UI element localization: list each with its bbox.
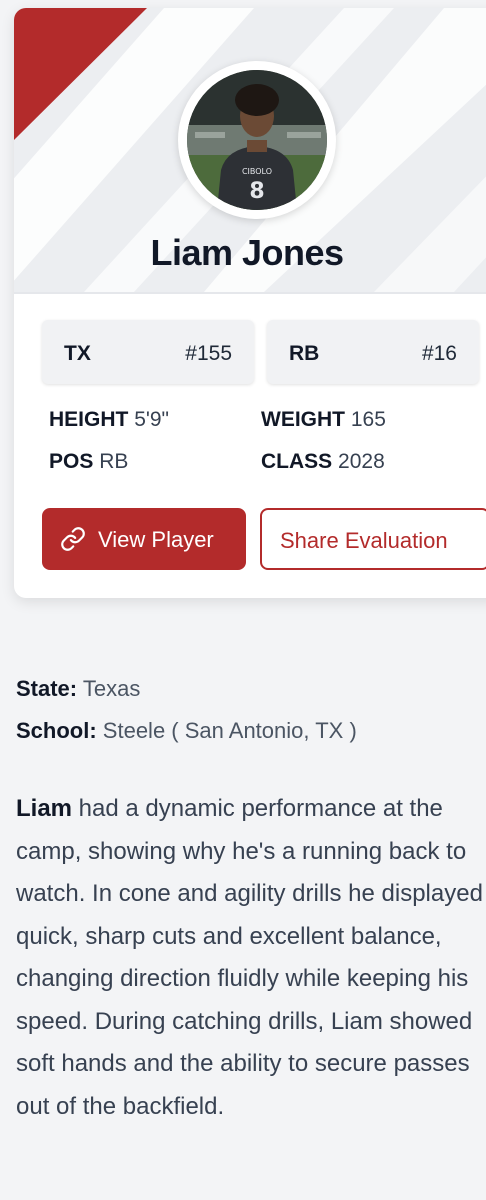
bio-body: had a dynamic performance at the camp, s… xyxy=(16,795,483,1120)
class-label: CLASS xyxy=(261,450,333,473)
state-info-label: State: xyxy=(16,676,78,701)
jersey-number: 8 xyxy=(249,179,264,204)
link-icon xyxy=(60,526,86,558)
state-info-value: Texas xyxy=(82,676,141,701)
state-info: State: Texas xyxy=(16,676,140,702)
pos-value: RB xyxy=(99,450,129,473)
class-stat: CLASS 2028 xyxy=(261,450,385,474)
avatar: CIBOLO 8 xyxy=(187,70,327,210)
height-label: HEIGHT xyxy=(49,408,129,431)
position-abbr: RB xyxy=(289,342,320,365)
share-evaluation-label: Share Evaluation xyxy=(280,528,448,553)
weight-stat: WEIGHT 165 xyxy=(261,408,386,432)
player-photo: CIBOLO 8 xyxy=(187,70,327,210)
card-header: CIBOLO 8 Liam Jones xyxy=(14,8,486,294)
player-card: CIBOLO 8 Liam Jones TX #155 RB #16 HEIGH… xyxy=(14,8,486,598)
school-info: School: Steele ( San Antonio, TX ) xyxy=(16,718,357,744)
state-rank-badge: TX #155 xyxy=(42,320,254,384)
avatar-frame: CIBOLO 8 xyxy=(178,61,336,219)
school-info-label: School: xyxy=(16,718,97,743)
view-player-button[interactable]: View Player xyxy=(42,508,246,570)
view-player-label: View Player xyxy=(98,527,214,552)
pos-label: POS xyxy=(49,450,94,473)
state-rank: #155 xyxy=(185,342,232,365)
weight-value: 165 xyxy=(350,408,386,431)
height-value: 5'9" xyxy=(134,408,170,431)
state-abbr: TX xyxy=(64,342,91,365)
height-stat: HEIGHT 5'9" xyxy=(49,408,169,432)
player-evaluation-text: Liam had a dynamic performance at the ca… xyxy=(16,788,486,1128)
class-value: 2028 xyxy=(338,450,385,473)
school-info-value: Steele ( San Antonio, TX ) xyxy=(102,718,357,743)
position-rank: #16 xyxy=(421,342,457,365)
player-name: Liam Jones xyxy=(150,232,344,273)
position-rank-badge: RB #16 xyxy=(267,320,479,384)
pos-stat: POS RB xyxy=(49,450,128,474)
weight-label: WEIGHT xyxy=(261,408,345,431)
bio-player-name: Liam xyxy=(16,795,73,822)
share-evaluation-button[interactable]: Share Evaluation xyxy=(260,508,486,570)
jersey-text: CIBOLO xyxy=(242,167,272,176)
